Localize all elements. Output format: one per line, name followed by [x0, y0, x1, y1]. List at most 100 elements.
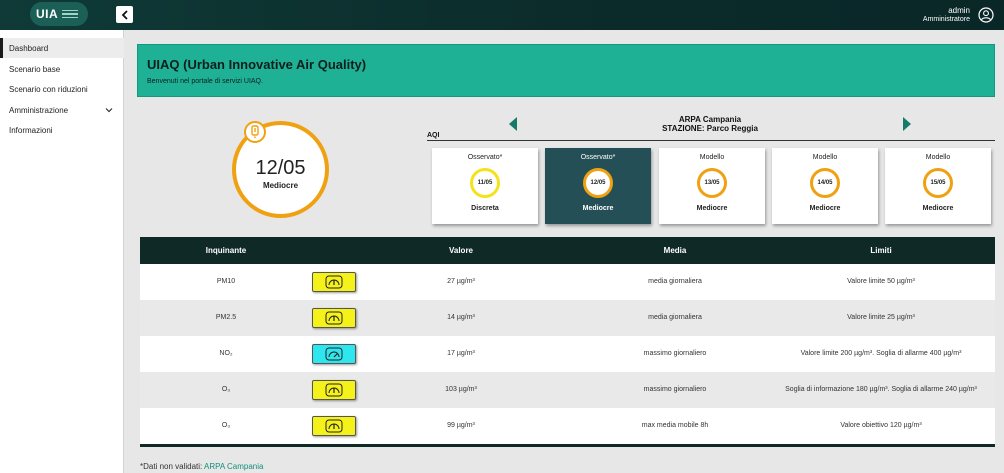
day-aqi-circle: 15/05	[923, 168, 953, 198]
table-bottom-border	[140, 444, 995, 447]
sidebar-item-scenario-riduzioni[interactable]: Scenario con riduzioni	[0, 79, 124, 99]
collapse-sidebar-button[interactable]	[116, 6, 133, 23]
current-quality: Mediocre	[262, 181, 299, 190]
day-quality: Mediocre	[582, 205, 614, 212]
pollutant-mean: massimo giornaliero	[643, 386, 707, 393]
logo-text: UIA	[36, 7, 59, 21]
pollutant-value: 17 µg/m³	[447, 350, 475, 357]
day-card-selected[interactable]: Osservato* 12/05 Mediocre	[545, 148, 651, 224]
footnote-text: *Dati non validati:	[140, 462, 205, 471]
pollutant-name: PM2.5	[215, 314, 237, 321]
day-quality: Mediocre	[696, 205, 728, 212]
footnote: *Dati non validati: ARPA Campania	[140, 462, 263, 471]
sidebar-item-informazioni[interactable]: Informazioni	[0, 120, 124, 140]
day-type: Osservato*	[467, 154, 503, 161]
day-type: Osservato*	[580, 154, 616, 161]
pollutant-value: 27 µg/m³	[447, 278, 475, 285]
gauge-badge	[312, 380, 356, 400]
gauge-icon	[325, 275, 343, 289]
pollutant-limit: Valore limite 25 µg/m³	[847, 314, 915, 321]
chevron-down-icon	[105, 108, 113, 113]
day-aqi-circle: 13/05	[697, 168, 727, 198]
day-card[interactable]: Modello 14/05 Mediocre	[772, 148, 878, 224]
day-type: Modello	[925, 154, 951, 161]
column-header-limits: Limiti	[870, 246, 892, 255]
pollutant-limit: Valore obiettivo 120 µg/m³	[840, 422, 922, 429]
gauge-icon	[325, 311, 343, 325]
gauge-badge	[312, 308, 356, 328]
pollutant-name: O₃	[221, 422, 231, 429]
day-type: Modello	[812, 154, 838, 161]
sidebar-item-label: Scenario base	[9, 64, 61, 74]
gauge-icon	[325, 347, 343, 361]
sidebar-item-label: Scenario con riduzioni	[9, 84, 88, 94]
pollutant-name: PM10	[216, 278, 236, 285]
prev-station-arrow-icon[interactable]	[508, 117, 518, 131]
next-station-arrow-icon[interactable]	[902, 117, 912, 131]
pollutant-value: 103 µg/m³	[445, 386, 477, 393]
pollutant-mean: media giornaliera	[648, 278, 702, 285]
exclamation-icon	[251, 125, 259, 139]
day-card[interactable]: Modello 13/05 Mediocre	[659, 148, 765, 224]
pollutant-name: O₃	[221, 386, 231, 393]
day-card[interactable]: Osservato* 11/05 Discreta	[432, 148, 538, 224]
day-aqi-circle: 14/05	[810, 168, 840, 198]
pollutant-mean: media giornaliera	[648, 314, 702, 321]
sidebar-item-label: Informazioni	[9, 125, 53, 135]
table-header: Inquinante Valore Media Limiti	[140, 237, 995, 264]
gauge-badge	[312, 344, 356, 364]
day-quality: Discreta	[471, 205, 499, 212]
day-aqi-circle: 11/05	[470, 168, 500, 198]
station-agency: ARPA Campania	[678, 115, 742, 124]
pollutant-value: 99 µg/m³	[447, 422, 475, 429]
column-header-mean: Media	[663, 246, 687, 255]
top-bar: UIA admin Amministratore	[0, 0, 1004, 30]
station-header: ARPA Campania STAZIONE: Parco Reggia	[520, 115, 900, 133]
table-row: NO₂ 17 µg/m³ massimo giornaliero Valore …	[140, 336, 995, 372]
alert-icon	[244, 121, 266, 143]
gauge-icon	[325, 419, 343, 433]
gauge-icon	[325, 383, 343, 397]
pollutant-mean: max media mobile 8h	[641, 422, 709, 429]
user-role: Amministratore	[922, 16, 970, 23]
page-subtitle: Benvenuti nel portale di servizi UIAQ.	[147, 78, 263, 85]
gauge-badge	[312, 272, 356, 292]
sidebar-item-label: Dashboard	[9, 43, 49, 53]
day-quality: Mediocre	[922, 205, 954, 212]
pollutant-mean: massimo giornaliero	[643, 350, 707, 357]
gauge-badge	[312, 416, 356, 436]
pollutant-limit: Soglia di informazione 180 µg/m³. Soglia…	[785, 386, 977, 393]
arpa-campania-link[interactable]: ARPA Campania	[204, 462, 263, 471]
chevron-left-icon	[121, 9, 128, 20]
table-row: PM2.5 14 µg/m³ media giornaliera Valore …	[140, 300, 995, 336]
table-row: O₃ 103 µg/m³ massimo giornaliero Soglia …	[140, 372, 995, 408]
station-name: STAZIONE: Parco Reggia	[662, 124, 758, 133]
pollutant-limit: Valore limite 50 µg/m³	[847, 278, 915, 285]
column-header-pollutant: Inquinante	[205, 246, 247, 255]
welcome-banner: UIAQ (Urban Innovative Air Quality) Benv…	[137, 44, 995, 97]
sidebar-item-scenario-base[interactable]: Scenario base	[0, 59, 124, 79]
user-account-icon[interactable]	[978, 7, 994, 23]
logo-mark	[62, 9, 79, 19]
day-aqi-circle: 12/05	[583, 168, 613, 198]
user-info: admin Amministratore	[923, 6, 970, 24]
pollutant-value: 14 µg/m³	[447, 314, 475, 321]
day-quality: Mediocre	[809, 205, 841, 212]
aqi-label: AQI	[427, 132, 440, 139]
current-date: 12/05	[255, 157, 306, 179]
column-header-value: Valore	[448, 246, 474, 255]
sidebar-item-label: Amministrazione	[9, 105, 69, 115]
day-card[interactable]: Modello 15/05 Mediocre	[885, 148, 991, 224]
sidebar: Dashboard Scenario base Scenario con rid…	[0, 30, 124, 473]
pollutant-table: Inquinante Valore Media Limiti PM10 27 µ…	[140, 237, 995, 447]
pollutant-limit: Valore limite 200 µg/m³. Soglia di allar…	[800, 350, 962, 357]
sidebar-item-amministrazione[interactable]: Amministrazione	[0, 100, 124, 120]
app-logo[interactable]: UIA	[30, 2, 88, 26]
pollutant-name: NO₂	[219, 350, 233, 357]
table-row: O₃ 99 µg/m³ max media mobile 8h Valore o…	[140, 408, 995, 444]
sidebar-item-dashboard[interactable]: Dashboard	[0, 38, 124, 58]
page-title: UIAQ (Urban Innovative Air Quality)	[147, 57, 367, 72]
user-name: admin	[948, 6, 970, 15]
table-row: PM10 27 µg/m³ media giornaliera Valore l…	[140, 264, 995, 300]
day-type: Modello	[699, 154, 725, 161]
